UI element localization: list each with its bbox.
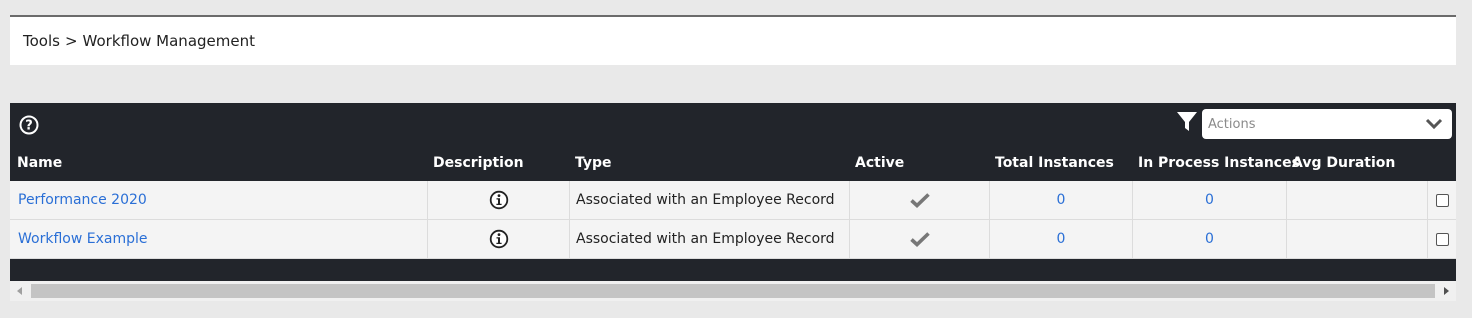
header-type[interactable]: Type: [575, 155, 612, 171]
active-check-icon: [909, 232, 930, 247]
scroll-right-icon[interactable]: [1444, 287, 1449, 295]
header-in-process-instances[interactable]: In Process Instances: [1138, 155, 1300, 171]
workflow-name-link[interactable]: Workflow Example: [18, 231, 147, 247]
table-row: Performance 2020 Associated with an Empl…: [10, 181, 1456, 220]
row-select-checkbox[interactable]: [1435, 193, 1449, 207]
breadcrumb-parent[interactable]: Tools: [23, 32, 60, 50]
actions-dropdown-label: Actions: [1208, 116, 1256, 132]
header-total-instances[interactable]: Total Instances: [995, 155, 1114, 171]
workflow-type: Associated with an Employee Record: [576, 231, 835, 247]
workflow-table-panel: ? Actions Name Description Type Active T…: [10, 103, 1456, 281]
header-active[interactable]: Active: [855, 155, 904, 171]
workflow-name-link[interactable]: Performance 2020: [18, 192, 147, 208]
scrollbar-thumb[interactable]: [31, 284, 1435, 298]
actions-dropdown[interactable]: Actions: [1202, 109, 1452, 139]
total-instances-link[interactable]: 0: [1057, 192, 1066, 208]
header-avg-duration[interactable]: Avg Duration: [1292, 155, 1395, 171]
svg-text:?: ?: [25, 119, 33, 134]
in-process-instances-link[interactable]: 0: [1205, 192, 1214, 208]
help-icon[interactable]: ?: [19, 115, 39, 135]
row-select-checkbox[interactable]: [1435, 232, 1449, 246]
filter-icon[interactable]: [1176, 111, 1198, 133]
active-check-icon: [909, 193, 930, 208]
workflow-type: Associated with an Employee Record: [576, 192, 835, 208]
breadcrumb: Tools > Workflow Management: [10, 17, 1456, 65]
breadcrumb-separator: >: [64, 32, 78, 50]
header-description[interactable]: Description: [433, 155, 524, 171]
total-instances-link[interactable]: 0: [1057, 231, 1066, 247]
horizontal-scrollbar[interactable]: [10, 281, 1456, 301]
info-icon[interactable]: [489, 190, 509, 210]
info-icon[interactable]: [489, 229, 509, 249]
table-header: Name Description Type Active Total Insta…: [10, 155, 1456, 175]
chevron-down-icon: [1425, 118, 1443, 130]
scroll-left-icon[interactable]: [17, 287, 22, 295]
table-row: Workflow Example Associated with an Empl…: [10, 220, 1456, 259]
header-name[interactable]: Name: [17, 155, 62, 171]
breadcrumb-current: Workflow Management: [82, 32, 255, 50]
in-process-instances-link[interactable]: 0: [1205, 231, 1214, 247]
